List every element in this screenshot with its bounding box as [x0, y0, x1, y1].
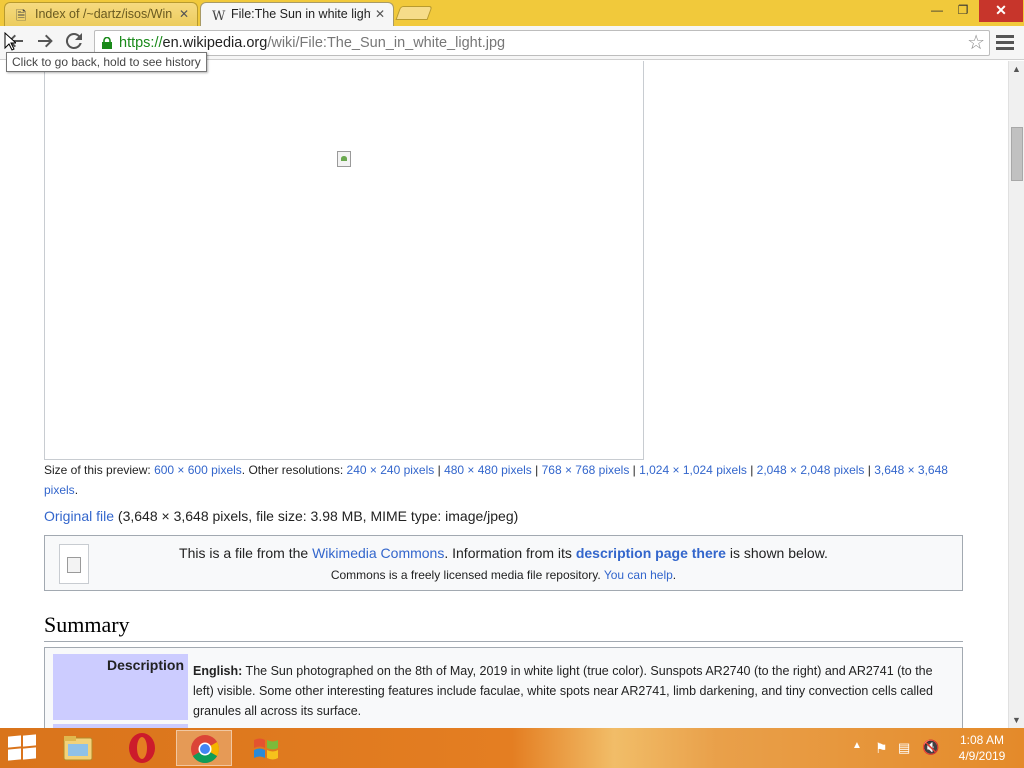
tab-title: File:The Sun in white light [231, 7, 371, 21]
action-center-flag-icon[interactable]: ⚑ [875, 740, 888, 757]
description-page-link[interactable]: description page there [576, 545, 726, 561]
separator: | [864, 463, 875, 477]
volume-muted-icon[interactable]: 🔇 [922, 739, 939, 756]
document-favicon-icon: 🗎 [16, 9, 27, 24]
tab-title: Index of /~dartz/isos/Win [35, 7, 173, 21]
commons-subtext: Commons is a freely licensed media file … [45, 568, 962, 582]
description-text: English: The Sun photographed on the 8th… [193, 661, 955, 721]
resolution-link-768[interactable]: 768 × 768 pixels [542, 463, 630, 477]
scroll-thumb[interactable] [1011, 127, 1023, 181]
tab-wikipedia-file[interactable]: W File:The Sun in white light ✕ [200, 2, 394, 26]
wikimedia-commons-link[interactable]: Wikimedia Commons [312, 545, 444, 561]
resolution-link-2048[interactable]: 2,048 × 2,048 pixels [757, 463, 865, 477]
chrome-browser-icon[interactable] [176, 730, 232, 766]
address-bar[interactable]: https://en.wikipedia.org/wiki/File:The_S… [94, 30, 990, 56]
separator: | [629, 463, 640, 477]
windows-start-icon[interactable] [8, 734, 38, 761]
summary-heading: Summary [44, 612, 963, 642]
window-maximize-button[interactable]: ❐ [950, 0, 976, 22]
clock-date: 4/9/2019 [958, 749, 1006, 763]
new-tab-button[interactable] [395, 6, 433, 20]
lock-icon [102, 37, 112, 49]
hamburger-menu-icon[interactable] [996, 35, 1014, 53]
original-file-info: (3,648 × 3,648 pixels, file size: 3.98 M… [114, 508, 519, 524]
page-content: Size of this preview: 600 × 600 pixels. … [0, 61, 1008, 728]
resolution-info: Size of this preview: 600 × 600 pixels. … [44, 461, 964, 500]
windows-flag-icon[interactable] [238, 730, 294, 766]
tab-close-icon[interactable]: ✕ [375, 3, 385, 25]
image-preview[interactable] [44, 61, 644, 460]
summary-table: Description English: The Sun photographe… [44, 647, 963, 728]
original-file-line: Original file (3,648 × 3,648 pixels, fil… [44, 508, 518, 524]
mouse-cursor-icon [4, 32, 16, 51]
url-path: /wiki/File:The_Sun_in_white_light.jpg [267, 35, 506, 51]
tab-close-icon[interactable]: ✕ [179, 3, 189, 25]
back-button-tooltip: Click to go back, hold to see history [6, 52, 207, 72]
other-resolutions-label: . Other resolutions: [241, 463, 344, 477]
separator: | [434, 463, 445, 477]
resolution-link-1024[interactable]: 1,024 × 1,024 pixels [639, 463, 747, 477]
you-can-help-link[interactable]: You can help [604, 568, 673, 582]
broken-image-icon [337, 151, 351, 167]
sizes-end: . [74, 482, 79, 497]
url-scheme: https:// [119, 35, 163, 51]
tab-directory-index[interactable]: 🗎 Index of /~dartz/isos/Win ✕ [4, 2, 198, 26]
bookmark-star-icon[interactable]: ☆ [967, 32, 985, 54]
preview-size-link[interactable]: 600 × 600 pixels [154, 463, 242, 477]
url-host: en.wikipedia.org [162, 35, 268, 51]
separator: | [746, 463, 757, 477]
commons-text: This is a file from the [179, 545, 313, 561]
commons-notice-text: This is a file from the Wikimedia Common… [45, 545, 962, 561]
commons-subtext-end: . [672, 568, 677, 582]
description-body: The Sun photographed on the 8th of May, … [193, 664, 933, 718]
browser-titlebar: 🗎 Index of /~dartz/isos/Win ✕ W File:The… [0, 0, 1024, 26]
scroll-up-arrow-icon[interactable]: ▲ [1012, 64, 1021, 74]
windows-taskbar: ▲ ⚑ ▤ 🔇 1:08 AM 4/9/2019 [0, 728, 1024, 768]
scroll-down-arrow-icon[interactable]: ▼ [1012, 715, 1021, 725]
commons-subtext-label: Commons is a freely licensed media file … [330, 568, 604, 582]
description-language: English: [193, 664, 243, 678]
system-clock[interactable]: 1:08 AM 4/9/2019 [952, 732, 1012, 764]
file-explorer-icon[interactable] [50, 730, 106, 766]
description-label: Description [53, 654, 188, 720]
network-icon[interactable]: ▤ [898, 740, 910, 756]
commons-text: is shown below. [725, 545, 828, 561]
commons-text: . Information from its [444, 545, 576, 561]
resolution-link-240[interactable]: 240 × 240 pixels [347, 463, 435, 477]
resolution-link-480[interactable]: 480 × 480 pixels [444, 463, 532, 477]
window-minimize-button[interactable]: — [924, 0, 950, 22]
commons-notice: This is a file from the Wikimedia Common… [44, 535, 963, 591]
window-close-button[interactable]: ✕ [979, 0, 1023, 22]
show-hidden-icons-icon[interactable]: ▲ [852, 740, 862, 751]
wikipedia-favicon-icon: W [212, 9, 226, 24]
preview-size-label: Size of this preview: [44, 463, 151, 477]
separator: | [531, 463, 542, 477]
original-file-link[interactable]: Original file [44, 508, 114, 524]
opera-browser-icon[interactable] [114, 730, 170, 766]
page-scrollbar[interactable]: ▲ ▼ [1008, 61, 1024, 728]
clock-time: 1:08 AM [959, 733, 1005, 747]
